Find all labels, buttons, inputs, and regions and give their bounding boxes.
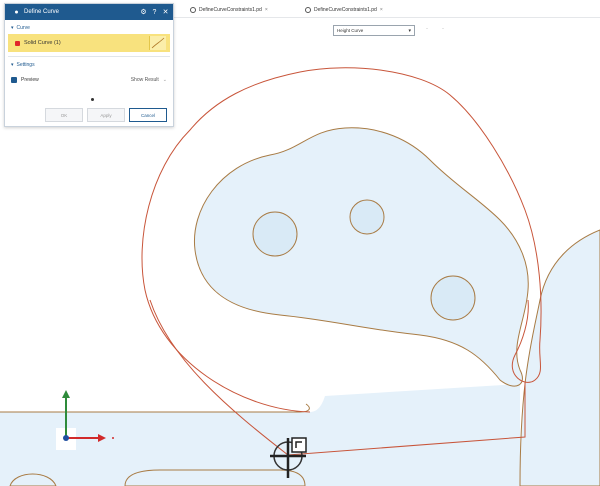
sheet-select-value: Height Curve [337, 28, 364, 33]
chevron-down-icon: ▾ [408, 27, 411, 34]
result-dropdown-value: Show Result [130, 77, 159, 83]
dialog-header: ● Define Curve ⚙ ? ✕ [5, 4, 173, 20]
result-dropdown[interactable]: Show Result ⌄ [131, 77, 167, 83]
chevron-down-icon: ▾ [11, 62, 14, 68]
app-icon: ● [14, 8, 19, 16]
preview-label: Preview [21, 77, 39, 83]
settings-section-label: Settings [16, 62, 35, 68]
tab-file-1[interactable]: DefineCurveConstraints1.pd × [190, 4, 268, 16]
hole-left[interactable] [252, 211, 298, 257]
tab-close-icon[interactable]: × [380, 7, 383, 13]
tabstrip-divider [174, 17, 600, 18]
hole-top[interactable] [349, 199, 385, 235]
tab-file-2[interactable]: DefineCurveConstraints1.pd × [305, 4, 383, 16]
define-curve-dialog: ● Define Curve ⚙ ? ✕ ▾ Curve Solid Curve… [4, 3, 174, 127]
bottom-mid-region[interactable] [124, 469, 306, 486]
curve-color-icon [15, 40, 20, 46]
chevron-down-icon: ▾ [11, 25, 14, 31]
tab-close-icon[interactable]: × [265, 7, 268, 13]
base-region-outline [0, 403, 310, 413]
curve-list-item[interactable]: Solid Curve (1) [8, 34, 170, 52]
tab-label: DefineCurveConstraints1.pd [314, 7, 377, 13]
file-icon [305, 7, 311, 13]
curve-section-label: Curve [16, 25, 30, 31]
right-region[interactable] [519, 229, 600, 486]
main-region[interactable] [193, 127, 529, 387]
preview-checkbox[interactable] [11, 77, 17, 83]
slider-handle[interactable] [91, 98, 94, 101]
cancel-button[interactable]: Cancel [129, 108, 167, 122]
ok-button[interactable]: OK [45, 108, 83, 122]
curve-section-header[interactable]: ▾ Curve [5, 20, 173, 34]
chevron-down-icon: ⌄ [162, 77, 167, 83]
apply-button[interactable]: Apply [87, 108, 125, 122]
sheet-select[interactable]: Height Curve ▾ [333, 25, 415, 36]
close-icon[interactable]: ✕ [162, 9, 169, 16]
gear-icon[interactable]: ⚙ [140, 9, 147, 16]
tab-label: DefineCurveConstraints1.pd [199, 7, 262, 13]
dialog-title: Define Curve [24, 9, 60, 15]
help-icon[interactable]: ? [151, 9, 158, 16]
curve-item-label: Solid Curve (1) [24, 40, 61, 46]
settings-row: Preview Show Result ⌄ [5, 71, 173, 83]
curve-thumbnail [149, 36, 166, 50]
settings-section-header[interactable]: ▾ Settings [5, 57, 173, 71]
dialog-buttons: OK Apply Cancel [45, 108, 167, 122]
file-icon [190, 7, 196, 13]
hole-right[interactable] [430, 275, 476, 321]
dot-icon[interactable]: · [442, 26, 444, 32]
dot-icon[interactable]: · [426, 26, 428, 32]
